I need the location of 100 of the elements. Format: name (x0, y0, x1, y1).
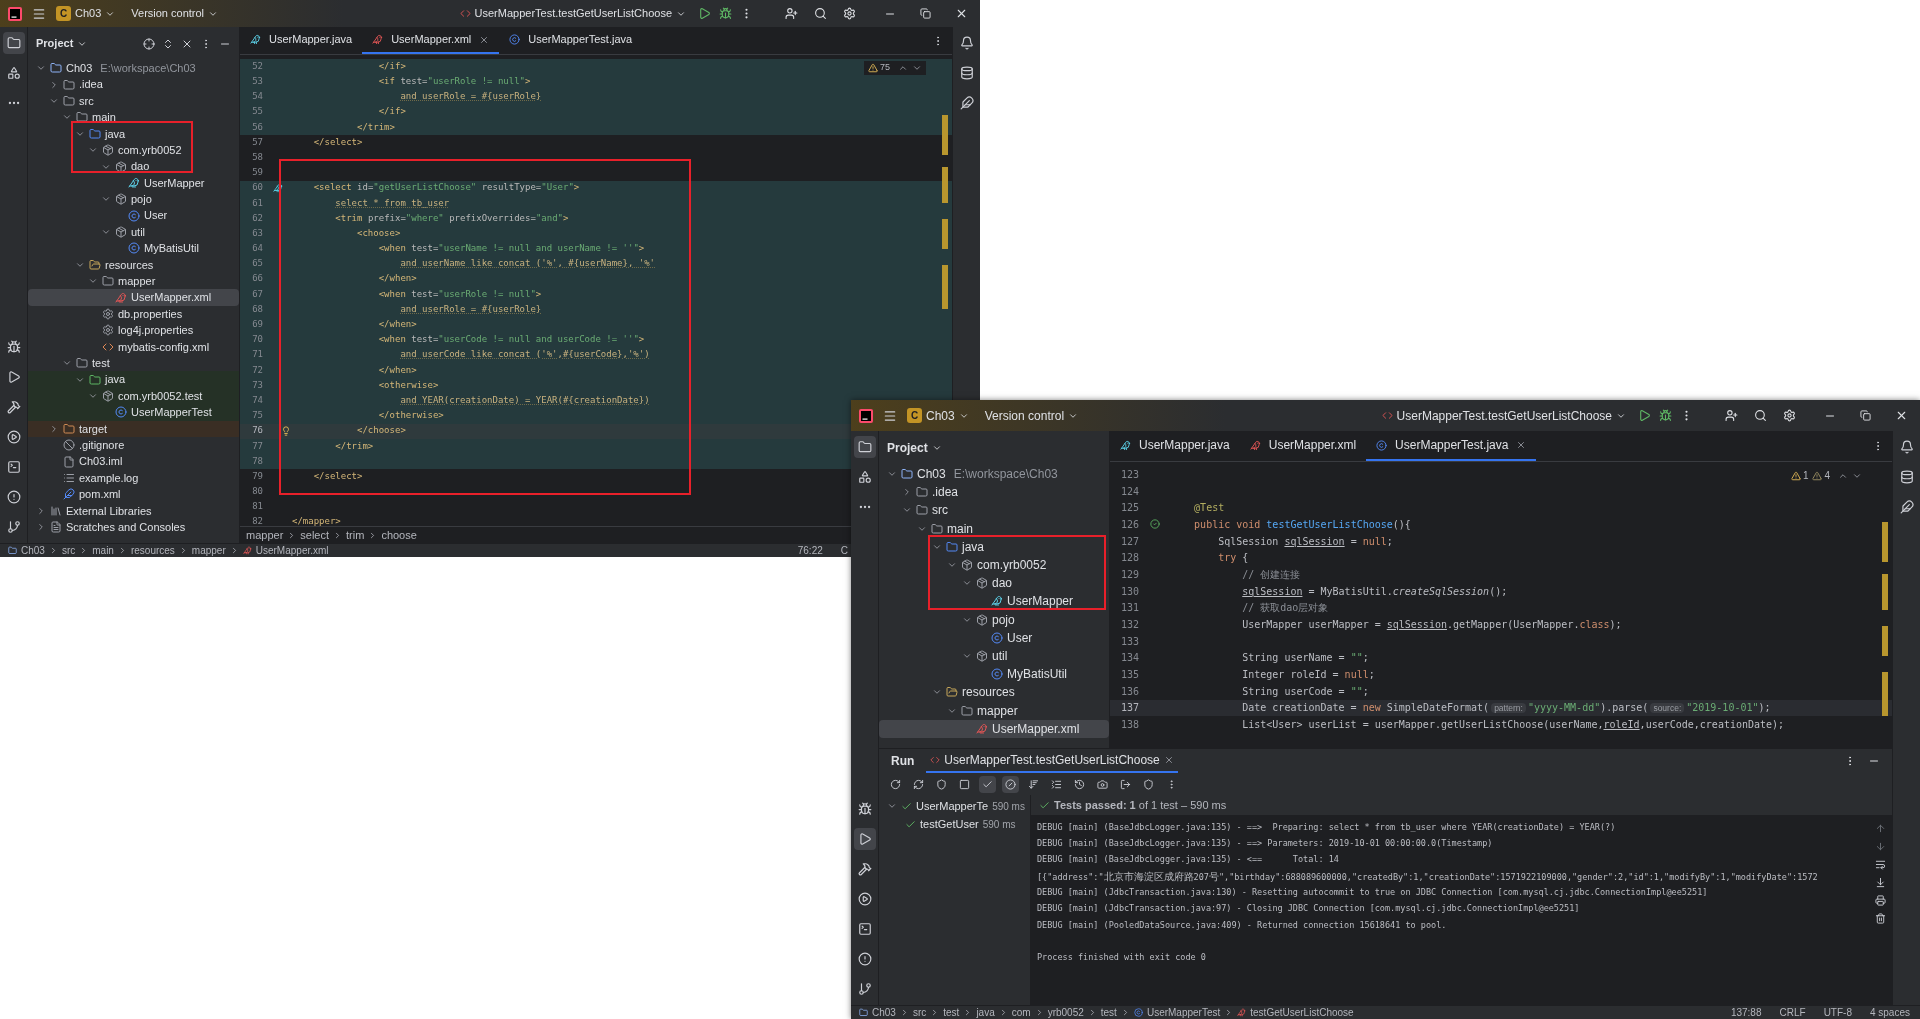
tree-item[interactable]: .idea (879, 483, 963, 502)
run-toolbar-button[interactable] (1002, 775, 1019, 793)
run-config-switcher[interactable]: UserMapperTest.testGetUserListChoose (474, 5, 686, 22)
breadcrumb[interactable]: test (943, 1005, 960, 1019)
tree-item[interactable]: java (879, 537, 988, 556)
panel-action-button[interactable] (143, 37, 155, 50)
tree-item[interactable]: mapper (879, 701, 1022, 720)
tree-item[interactable]: User (28, 207, 172, 224)
tree-item[interactable]: MyBatisUtil (28, 240, 203, 257)
tree-item[interactable]: dao (28, 158, 154, 175)
tree-item[interactable]: mybatis-config.xml (28, 338, 214, 356)
close-button[interactable] (955, 7, 968, 20)
tool-window-button[interactable] (853, 828, 876, 850)
tree-item[interactable]: Ch03 E:\workspace\Ch03 (28, 60, 200, 77)
breadcrumb[interactable]: Ch03 (872, 1005, 896, 1019)
search-button[interactable] (814, 7, 827, 20)
panel-title[interactable]: Project (887, 439, 942, 457)
tree-item[interactable]: db.properties (28, 305, 187, 323)
settings-button[interactable] (1783, 409, 1796, 422)
tree-item[interactable]: com.yrb0052 (28, 141, 186, 159)
settings-button[interactable] (843, 7, 856, 20)
chevron-icon[interactable] (902, 487, 912, 498)
trash-icon[interactable] (1874, 913, 1886, 924)
project-switcher[interactable]: Ch03 (926, 406, 969, 425)
run-tab[interactable]: UserMapperTest.testGetUserListChoose (926, 749, 1178, 773)
run-button[interactable] (698, 7, 711, 20)
restore-button[interactable] (1860, 410, 1871, 421)
run-toolbar-button[interactable] (979, 775, 996, 793)
tree-item[interactable]: resources (879, 683, 1019, 702)
tree-item[interactable]: Scratches and Consoles (28, 518, 190, 536)
status-item[interactable]: CRLF (1779, 1005, 1806, 1019)
tree-item[interactable]: UserMapper.xml (879, 719, 1109, 738)
tree-item[interactable]: UserMapper.xml (28, 289, 239, 306)
tree-item[interactable]: java (28, 125, 130, 142)
tree-item[interactable]: .gitignore (28, 437, 129, 454)
close-icon[interactable] (479, 34, 490, 45)
print-icon[interactable] (1874, 895, 1886, 906)
status-item[interactable]: 137:88 (1730, 1005, 1762, 1019)
breadcrumb[interactable]: resources (130, 543, 175, 557)
tree-item[interactable]: util (28, 223, 150, 241)
tree-item[interactable]: Ch03.iml (28, 453, 127, 470)
tree-item[interactable]: MyBatisUtil (879, 665, 1071, 684)
tool-window-button[interactable] (853, 436, 876, 458)
editor-tab[interactable]: UserMapperTest.java (499, 27, 643, 54)
search-button[interactable] (1754, 409, 1767, 422)
tree-item[interactable]: mapper (28, 273, 160, 290)
debug-button[interactable] (719, 7, 732, 20)
chevron-icon[interactable] (887, 801, 897, 811)
warning-icon[interactable] (1812, 470, 1823, 481)
breadcrumb[interactable]: test (1100, 1005, 1117, 1019)
bird-icon[interactable] (272, 183, 283, 194)
test-tree-item[interactable]: UserMapperTe 590 ms (879, 797, 1030, 815)
close-icon[interactable] (1516, 440, 1527, 450)
breadcrumb[interactable]: src (912, 1005, 927, 1019)
tree-item[interactable]: dao (879, 574, 1017, 593)
breadcrumb[interactable]: main (92, 543, 114, 557)
tree-item[interactable]: UserMapper (879, 592, 1078, 611)
tree-item[interactable]: src (28, 92, 98, 110)
breadcrumb[interactable]: UserMapper.xml (255, 543, 329, 557)
panel-title[interactable]: Project (36, 35, 88, 52)
chevron-icon[interactable] (88, 391, 98, 401)
arrow-down-icon[interactable] (1874, 841, 1886, 852)
tree-item[interactable]: log4j.properties (28, 322, 198, 339)
editor-tab[interactable]: UserMapperTest.java (1366, 431, 1537, 461)
editor-tab[interactable]: UserMapper.xml (362, 27, 500, 54)
vcs-switcher[interactable]: Version control (984, 406, 1079, 425)
debug-button[interactable] (1659, 409, 1672, 422)
status-item[interactable]: 4 spaces (1869, 1005, 1910, 1019)
editor-tab[interactable]: UserMapper.xml (1239, 431, 1367, 461)
breadcrumb[interactable]: mapper (191, 543, 226, 557)
tree-item[interactable]: Ch03 E:\workspace\Ch03 (879, 465, 1062, 484)
add-user-button[interactable] (1725, 409, 1738, 422)
lightbulb-icon[interactable] (280, 426, 291, 437)
panel-action-button[interactable] (162, 37, 174, 50)
breadcrumb[interactable]: src (61, 543, 76, 557)
editor-tab[interactable]: UserMapper.java (1110, 431, 1240, 461)
status-item[interactable]: UTF-8 (1823, 1005, 1852, 1019)
project-switcher[interactable]: Ch03 (75, 5, 116, 22)
test-tree-item[interactable]: testGetUser 590 ms (879, 815, 1030, 833)
warning-icon[interactable] (1790, 470, 1801, 481)
breadcrumb[interactable]: trim (346, 526, 365, 544)
tree-item[interactable]: test (28, 355, 114, 372)
breadcrumb[interactable]: testGetUserListChoose (1250, 1005, 1354, 1019)
scroll-end-icon[interactable] (1874, 877, 1886, 888)
tree-item[interactable]: resources (28, 256, 158, 274)
warning-icon[interactable] (868, 62, 878, 73)
breadcrumb[interactable]: mapper (246, 526, 284, 544)
tree-item[interactable]: util (879, 646, 1012, 666)
tree-item[interactable]: main (879, 519, 977, 538)
editor-tab[interactable]: UserMapper.java (240, 27, 363, 54)
status-item[interactable]: C (840, 543, 848, 557)
breadcrumb[interactable]: UserMapperTest (1146, 1005, 1221, 1019)
breadcrumb[interactable]: choose (381, 526, 417, 544)
restore-button[interactable] (920, 8, 931, 19)
run-config-switcher[interactable]: UserMapperTest.testGetUserListChoose (1396, 406, 1626, 425)
tree-item[interactable]: External Libraries (28, 502, 156, 519)
breadcrumb[interactable]: Ch03 (21, 543, 45, 557)
tree-item[interactable]: .idea (28, 76, 107, 93)
tree-item[interactable]: User (879, 628, 1037, 647)
add-user-button[interactable] (785, 7, 798, 20)
